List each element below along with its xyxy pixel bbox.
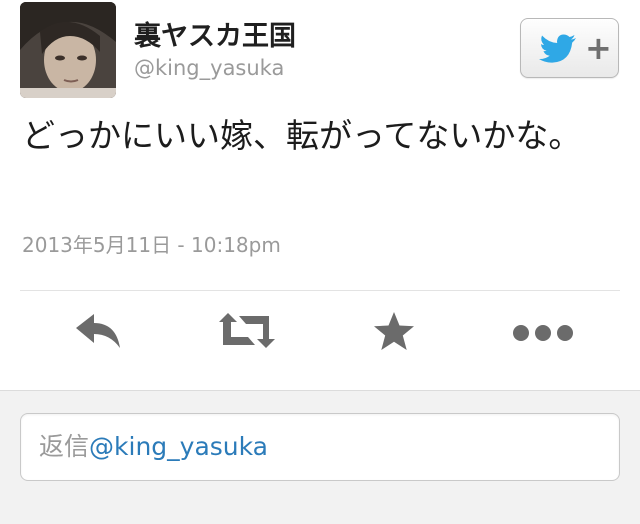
- reply-input[interactable]: 返信@king_yasuka: [20, 413, 620, 481]
- reply-icon: [76, 314, 120, 348]
- screen-name[interactable]: @king_yasuka: [134, 56, 284, 80]
- favorite-star-icon: [374, 312, 414, 350]
- reply-button[interactable]: [72, 310, 124, 358]
- divider: [20, 290, 620, 291]
- more-button[interactable]: [510, 310, 576, 358]
- reply-bar: 返信@king_yasuka: [0, 390, 640, 524]
- timestamp[interactable]: 2013年5月11日 - 10:18pm: [22, 229, 281, 258]
- avatar-portrait: [20, 2, 116, 98]
- tweet-detail: 裏ヤスカ王国 @king_yasuka + どっかにいい嫁、転がってないかな。 …: [0, 0, 640, 390]
- follow-plus-label: +: [585, 29, 612, 67]
- reply-prefix: 返信: [39, 432, 90, 461]
- retweet-icon: [219, 313, 275, 348]
- tweet-text: どっかにいい嫁、転がってないかな。: [22, 116, 582, 155]
- reply-mention: @king_yasuka: [89, 432, 268, 461]
- follow-button[interactable]: +: [520, 18, 619, 78]
- more-icon: [513, 325, 573, 341]
- retweet-button[interactable]: [217, 310, 277, 358]
- avatar[interactable]: [20, 2, 116, 98]
- display-name[interactable]: 裏ヤスカ王国: [134, 14, 296, 53]
- favorite-button[interactable]: [371, 310, 417, 358]
- twitter-bird-icon: [538, 34, 578, 68]
